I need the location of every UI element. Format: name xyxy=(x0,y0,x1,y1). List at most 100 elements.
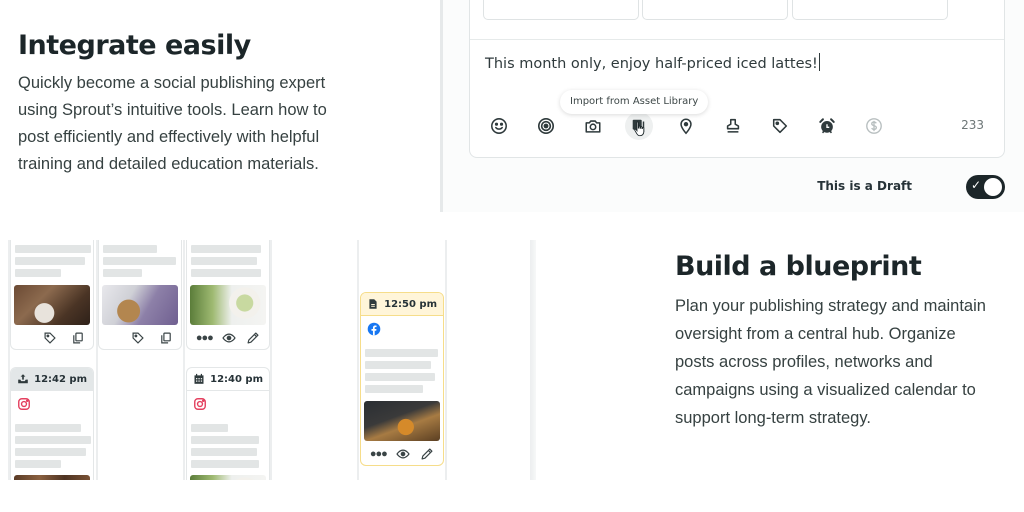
post-image xyxy=(190,475,266,480)
text-placeholder xyxy=(191,460,259,468)
text-placeholder xyxy=(191,424,228,432)
feature-title: Build a blueprint xyxy=(675,251,922,282)
post-card[interactable] xyxy=(10,240,94,350)
location-button[interactable] xyxy=(672,112,700,140)
instagram-icon xyxy=(18,398,30,410)
post-header: 12:40 pm xyxy=(187,368,269,391)
calendar-edge xyxy=(530,240,536,480)
feature-description: Plan your publishing strategy and mainta… xyxy=(675,297,986,427)
compose-toolbar: 233 xyxy=(470,112,1006,140)
schedule-button[interactable] xyxy=(813,112,841,140)
text-placeholder xyxy=(191,269,261,277)
target-button[interactable] xyxy=(532,112,560,140)
compose-card: This month only, enjoy half-priced iced … xyxy=(469,0,1005,158)
text-placeholder xyxy=(15,245,91,253)
text-placeholder xyxy=(15,269,61,277)
draft-label: This is a Draft xyxy=(817,179,912,193)
more-icon[interactable]: ●●● xyxy=(196,332,214,344)
network-field[interactable] xyxy=(642,0,788,20)
text-placeholder xyxy=(15,436,91,444)
post-image xyxy=(102,285,178,325)
text-placeholder xyxy=(103,269,142,277)
post-image xyxy=(14,285,90,325)
emoji-icon xyxy=(491,118,507,134)
message-text: This month only, enjoy half-priced iced … xyxy=(485,56,818,72)
text-placeholder xyxy=(365,385,423,393)
calendar-icon xyxy=(194,373,204,384)
feature-description: Quickly become a social publishing exper… xyxy=(18,74,327,173)
post-time: 12:40 pm xyxy=(210,373,263,385)
text-placeholder xyxy=(103,245,157,253)
post-image xyxy=(364,401,440,441)
text-placeholder xyxy=(365,349,438,357)
character-count: 233 xyxy=(961,118,984,132)
copy-icon[interactable] xyxy=(71,331,85,345)
tooltip: Import from Asset Library xyxy=(560,90,709,114)
hand-cursor-icon xyxy=(634,121,645,137)
post-image xyxy=(190,285,266,325)
post-card[interactable]: ●●● xyxy=(186,240,270,350)
divider xyxy=(470,39,1004,40)
eye-icon[interactable] xyxy=(222,331,237,345)
compose-panel: This month only, enjoy half-priced iced … xyxy=(440,0,1024,212)
feature-title: Integrate easily xyxy=(18,30,251,61)
eye-icon[interactable] xyxy=(396,447,411,461)
location-icon xyxy=(680,118,692,135)
camera-button[interactable] xyxy=(579,112,607,140)
text-placeholder xyxy=(15,460,61,468)
campaign-field[interactable] xyxy=(792,0,948,20)
upload-icon xyxy=(18,374,28,384)
emoji-button[interactable] xyxy=(485,112,513,140)
post-card[interactable]: 12:40 pm xyxy=(186,367,270,480)
column-divider xyxy=(183,240,185,480)
message-input[interactable]: This month only, enjoy half-priced iced … xyxy=(485,53,820,72)
column-divider xyxy=(270,240,272,480)
instagram-icon xyxy=(194,398,206,410)
text-caret xyxy=(818,53,820,71)
pencil-icon[interactable] xyxy=(420,447,434,461)
post-time: 12:50 pm xyxy=(384,298,437,310)
tag-icon xyxy=(772,118,788,134)
camera-icon xyxy=(585,120,601,133)
pencil-icon[interactable] xyxy=(246,331,260,345)
profile-field[interactable] xyxy=(483,0,639,20)
tag-button[interactable] xyxy=(766,112,794,140)
stamp-icon xyxy=(726,118,740,133)
text-placeholder xyxy=(365,361,431,369)
dollar-icon xyxy=(866,118,882,134)
post-header: 12:50 pm xyxy=(361,293,443,316)
draft-doc-icon xyxy=(369,299,377,309)
draft-toggle[interactable]: ✓ xyxy=(966,175,1005,199)
facebook-icon xyxy=(367,322,381,336)
feature-blueprint: Build a blueprint Plan your publishing s… xyxy=(675,249,995,432)
text-placeholder xyxy=(191,436,259,444)
boost-button[interactable] xyxy=(860,112,888,140)
text-placeholder xyxy=(15,257,85,265)
text-placeholder xyxy=(191,245,261,253)
target-icon xyxy=(537,117,555,135)
text-placeholder xyxy=(103,257,176,265)
post-time: 12:42 pm xyxy=(34,373,87,385)
draft-row: This is a Draft ✓ xyxy=(443,172,1005,202)
text-placeholder xyxy=(191,257,257,265)
post-image xyxy=(14,475,90,480)
feature-integrate: Integrate easily Quickly become a social… xyxy=(18,28,338,178)
alarm-icon xyxy=(819,118,835,134)
more-icon[interactable]: ●●● xyxy=(370,448,388,460)
approval-button[interactable] xyxy=(719,112,747,140)
column-divider xyxy=(357,240,359,480)
toggle-knob xyxy=(984,178,1002,196)
publishing-calendar: ●●● 12:42 pm 12:40 pm 12:50 pm ●●● xyxy=(0,240,540,480)
post-card[interactable] xyxy=(98,240,182,350)
draft-post-card[interactable]: 12:50 pm ●●● xyxy=(360,292,444,466)
tag-icon[interactable] xyxy=(43,331,57,345)
text-placeholder xyxy=(191,448,257,456)
tag-icon[interactable] xyxy=(131,331,145,345)
post-card[interactable]: 12:42 pm xyxy=(10,367,94,480)
column-divider xyxy=(445,240,447,480)
check-icon: ✓ xyxy=(971,178,982,192)
post-header: 12:42 pm xyxy=(11,368,93,391)
asset-library-button[interactable] xyxy=(625,112,653,140)
copy-icon[interactable] xyxy=(159,331,173,345)
text-placeholder xyxy=(15,448,86,456)
